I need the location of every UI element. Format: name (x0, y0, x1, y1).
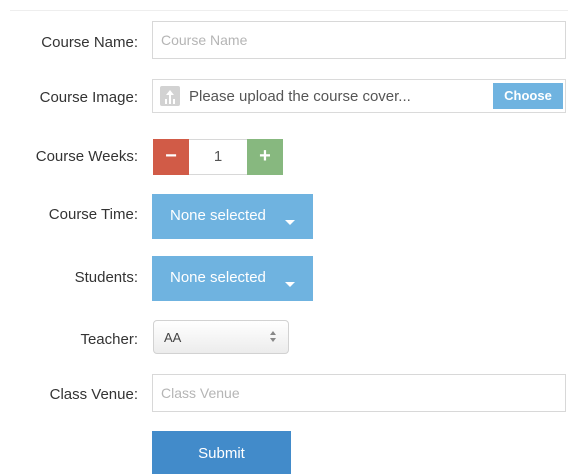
weeks-value-field[interactable]: 1 (189, 139, 247, 175)
course-weeks-label: Course Weeks: (35, 148, 138, 165)
course-time-label: Course Time: (48, 206, 138, 223)
students-label: Students: (74, 269, 138, 286)
caret-down-icon (285, 282, 295, 287)
file-placeholder-text: Please upload the course cover... (189, 88, 411, 105)
course-name-input[interactable] (152, 21, 566, 59)
teacher-select[interactable]: AA (153, 320, 289, 354)
students-selected-text: None selected (170, 269, 266, 286)
submit-button[interactable]: Submit (152, 431, 291, 474)
teacher-label: Teacher: (80, 331, 138, 348)
class-venue-input[interactable] (152, 374, 566, 412)
class-venue-label: Class Venue: (49, 386, 138, 403)
choose-file-button[interactable]: Choose (493, 83, 563, 109)
increment-button[interactable]: + (247, 139, 283, 175)
course-time-multiselect[interactable]: None selected (152, 194, 313, 239)
form-divider (10, 10, 568, 11)
course-time-selected-text: None selected (170, 207, 266, 224)
course-image-file-input[interactable]: Please upload the course cover... Choose (152, 79, 566, 113)
upload-icon (160, 86, 180, 106)
select-arrows-icon (270, 331, 278, 343)
teacher-selected-value: AA (164, 330, 182, 345)
caret-down-icon (285, 220, 295, 225)
decrement-button[interactable]: − (153, 139, 189, 175)
course-image-label: Course Image: (39, 89, 138, 106)
students-multiselect[interactable]: None selected (152, 256, 313, 301)
course-name-label: Course Name: (41, 34, 138, 51)
course-form: Course Name: Course Image: Please upload… (0, 0, 568, 474)
